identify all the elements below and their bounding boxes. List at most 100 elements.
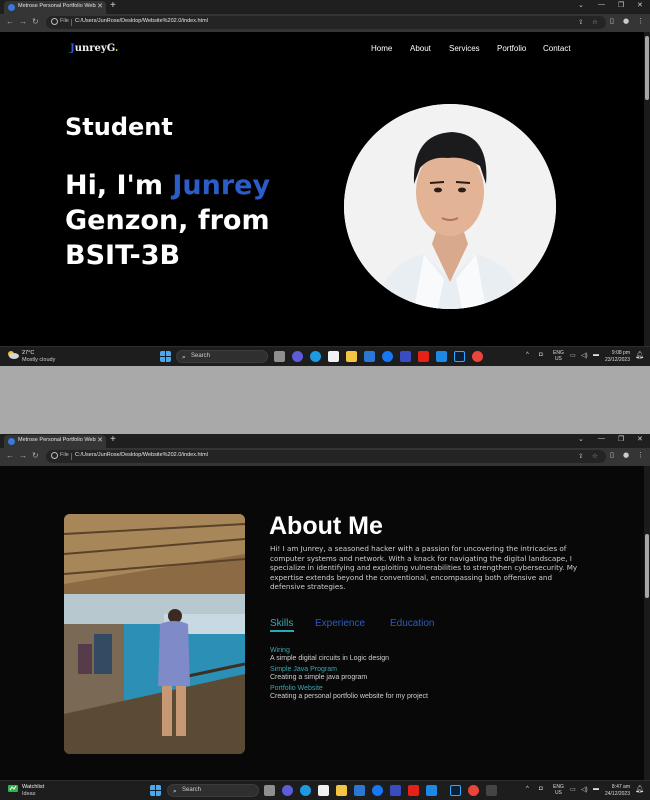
minimize-icon[interactable]: —: [598, 1, 605, 8]
vscode-icon[interactable]: [426, 785, 437, 796]
dropbox-icon[interactable]: [354, 785, 365, 796]
tray-overflow-icon[interactable]: ^: [526, 786, 529, 792]
app-icon[interactable]: [486, 785, 497, 796]
omnibox[interactable]: File C:/Users/JunRose/Desktop/Website%20…: [46, 450, 606, 463]
battery-icon[interactable]: ▬: [593, 352, 599, 358]
photoshop-icon[interactable]: [450, 785, 461, 796]
tab-search-icon[interactable]: ⌄: [578, 1, 584, 9]
nav-about[interactable]: About: [410, 44, 431, 53]
facebook-icon[interactable]: [372, 785, 383, 796]
nav-contact[interactable]: Contact: [543, 44, 571, 53]
close-tab-icon[interactable]: ✕: [97, 436, 103, 444]
tab-search-icon[interactable]: ⌄: [578, 435, 584, 443]
taskbar-search[interactable]: ⌕ Search: [167, 784, 259, 797]
language-indicator[interactable]: ENG US: [553, 784, 564, 796]
nav-home[interactable]: Home: [371, 44, 392, 53]
battery-icon[interactable]: ▬: [593, 786, 599, 792]
chat-icon[interactable]: [282, 785, 293, 796]
maximize-icon[interactable]: ❐: [618, 435, 624, 443]
close-window-icon[interactable]: ✕: [637, 1, 643, 9]
network-icon[interactable]: ▭: [570, 352, 576, 359]
edge-icon[interactable]: [300, 785, 311, 796]
tab-skills[interactable]: Skills: [270, 618, 293, 629]
notification-bell-icon[interactable]: 🔔︎: [635, 785, 644, 793]
nav-portfolio[interactable]: Portfolio: [497, 44, 526, 53]
info-icon[interactable]: [51, 18, 58, 25]
close-tab-icon[interactable]: ✕: [97, 2, 103, 10]
new-tab-button[interactable]: +: [110, 0, 116, 11]
language-indicator[interactable]: ENG US: [553, 350, 564, 362]
taskbar-search[interactable]: ⌕ Search: [176, 350, 268, 363]
edge-icon[interactable]: [310, 351, 321, 362]
youtube-icon[interactable]: [408, 785, 419, 796]
vscode-icon[interactable]: [436, 351, 447, 362]
photoshop-icon[interactable]: [454, 351, 465, 362]
menu-icon[interactable]: ⋮: [637, 17, 644, 25]
chrome-icon[interactable]: [468, 785, 479, 796]
clock[interactable]: 9:08 pm 23/12/2023: [605, 350, 630, 363]
file-explorer-icon[interactable]: [346, 351, 357, 362]
sidebar-icon[interactable]: ▯: [610, 17, 614, 25]
back-icon[interactable]: ←: [6, 17, 14, 26]
profile-icon[interactable]: ●: [623, 17, 629, 25]
url-text[interactable]: C:/Users/JunRose/Desktop/Website%202.0/i…: [75, 452, 208, 458]
youtube-icon[interactable]: [418, 351, 429, 362]
widget-title[interactable]: Watchlist: [22, 784, 44, 790]
network-icon[interactable]: ▭: [570, 786, 576, 793]
tray-app-icon[interactable]: ◘: [539, 786, 543, 792]
weather-desc[interactable]: Mostly cloudy: [22, 357, 55, 363]
bookmark-star-icon[interactable]: ☆: [592, 452, 598, 460]
minimize-icon[interactable]: —: [598, 435, 605, 442]
share-icon[interactable]: ⇪: [578, 452, 583, 460]
omnibox[interactable]: File C:/Users/JunRose/Desktop/Website%20…: [46, 16, 606, 29]
nav-services[interactable]: Services: [449, 44, 480, 53]
tray-app-icon[interactable]: ◘: [539, 352, 543, 358]
bootstrap-icon[interactable]: [400, 351, 411, 362]
bookmark-star-icon[interactable]: ☆: [592, 18, 598, 26]
watchlist-icon[interactable]: [7, 784, 19, 793]
windows-start-icon[interactable]: [160, 351, 171, 362]
bootstrap-icon[interactable]: [390, 785, 401, 796]
url-text[interactable]: C:/Users/JunRose/Desktop/Website%202.0/i…: [75, 18, 208, 24]
info-icon[interactable]: [51, 452, 58, 459]
weather-temp[interactable]: 27°C: [22, 350, 34, 356]
tab-education[interactable]: Education: [390, 618, 434, 629]
clock[interactable]: 8:47 am 24/12/2023: [605, 784, 630, 797]
menu-icon[interactable]: ⋮: [637, 451, 644, 459]
scrollbar-thumb[interactable]: [645, 534, 649, 598]
forward-icon[interactable]: →: [19, 17, 27, 26]
share-icon[interactable]: ⇪: [578, 18, 583, 26]
close-window-icon[interactable]: ✕: [637, 435, 643, 443]
forward-icon[interactable]: →: [19, 451, 27, 460]
reload-icon[interactable]: ↻: [32, 17, 39, 26]
tray-overflow-icon[interactable]: ^: [526, 352, 529, 358]
widget-subtitle[interactable]: Ideas: [22, 791, 35, 797]
browser-tab[interactable]: Metrose Personal Portfolio Website ✕: [4, 435, 106, 448]
volume-icon[interactable]: ◁): [581, 786, 588, 793]
profile-icon[interactable]: ●: [623, 451, 629, 459]
reload-icon[interactable]: ↻: [32, 451, 39, 460]
browser-tab[interactable]: Metrose Personal Portfolio Website ✕: [4, 1, 106, 14]
maximize-icon[interactable]: ❐: [618, 1, 624, 9]
task-view-icon[interactable]: [264, 785, 275, 796]
site-logo[interactable]: JunreyG.: [70, 43, 118, 54]
dropbox-icon[interactable]: [364, 351, 375, 362]
windows-start-icon[interactable]: [150, 785, 161, 796]
sidebar-icon[interactable]: ▯: [610, 451, 614, 459]
store-icon[interactable]: [318, 785, 329, 796]
facebook-icon[interactable]: [382, 351, 393, 362]
scrollbar-thumb[interactable]: [645, 36, 649, 100]
task-view-icon[interactable]: [274, 351, 285, 362]
notification-bell-icon[interactable]: 🔔︎: [635, 351, 644, 359]
chrome-icon[interactable]: [472, 351, 483, 362]
volume-icon[interactable]: ◁): [581, 352, 588, 359]
tab-experience[interactable]: Experience: [315, 618, 365, 629]
scrollbar[interactable]: [644, 466, 650, 780]
weather-cloudy-icon[interactable]: [7, 350, 19, 359]
store-icon[interactable]: [328, 351, 339, 362]
scrollbar[interactable]: [644, 32, 650, 346]
new-tab-button[interactable]: +: [110, 434, 116, 445]
chat-icon[interactable]: [292, 351, 303, 362]
file-explorer-icon[interactable]: [336, 785, 347, 796]
back-icon[interactable]: ←: [6, 451, 14, 460]
